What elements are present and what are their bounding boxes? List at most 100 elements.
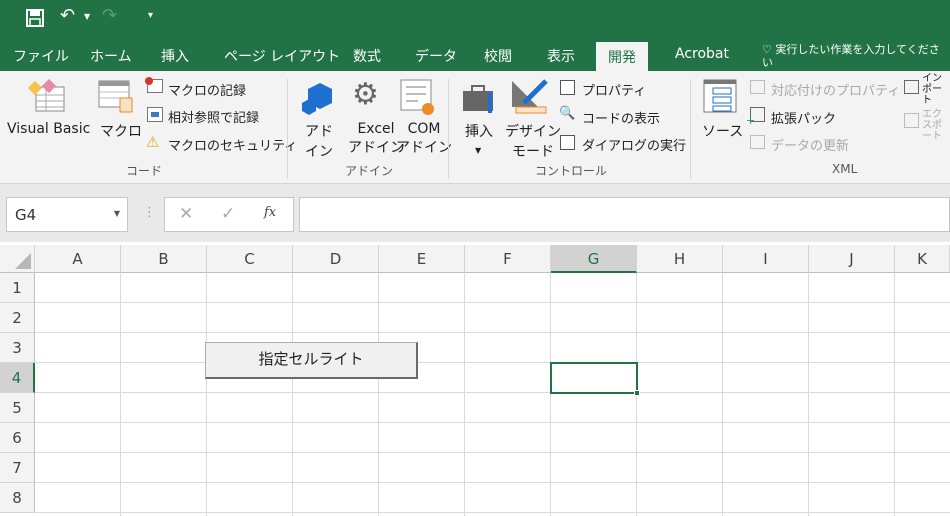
- gridline: [206, 273, 207, 516]
- tab-formulas[interactable]: 数式: [353, 46, 381, 66]
- gridline: [464, 273, 465, 516]
- tell-me-search[interactable]: ♡ 実行したい作業を入力してください: [762, 43, 948, 69]
- use-relative-references-button[interactable]: 相対参照で記録: [168, 107, 259, 126]
- undo-dropdown-icon[interactable]: ▼: [84, 12, 90, 21]
- tab-insert[interactable]: 挿入: [161, 46, 189, 66]
- import-button[interactable]: インポート: [922, 73, 948, 106]
- tab-page-layout[interactable]: ページ レイアウト: [224, 46, 340, 66]
- select-all-button[interactable]: [0, 245, 35, 273]
- tab-home[interactable]: ホーム: [90, 46, 132, 66]
- map-properties-icon: [750, 80, 765, 94]
- column-header-f[interactable]: F: [465, 245, 551, 273]
- group-divider: [690, 79, 691, 179]
- column-header-d[interactable]: D: [293, 245, 379, 273]
- gridline: [35, 332, 950, 333]
- gridline: [550, 273, 551, 516]
- name-box-value: G4: [15, 206, 37, 224]
- redo-icon: ↷: [102, 5, 118, 26]
- group-label-addins: アドイン: [345, 164, 394, 178]
- selected-cell-g4[interactable]: [550, 362, 638, 394]
- column-header-g[interactable]: G: [551, 245, 637, 273]
- column-header-k[interactable]: K: [895, 245, 950, 273]
- row-header-2[interactable]: 2: [0, 303, 35, 333]
- design-mode-label-2: モード: [512, 144, 554, 160]
- customize-qat-icon[interactable]: ▾: [148, 10, 153, 21]
- gears-icon: ⚙: [352, 77, 379, 112]
- com-addins-label-2: アドイン: [396, 140, 452, 156]
- record-macro-button[interactable]: マクロの記録: [168, 80, 246, 99]
- gridline: [292, 273, 293, 516]
- name-box[interactable]: G4 ▼: [6, 197, 128, 232]
- macro-security-button[interactable]: マクロのセキュリティ: [168, 135, 297, 154]
- row-header-6[interactable]: 6: [0, 423, 35, 453]
- row-header-3[interactable]: 3: [0, 333, 35, 363]
- gridline: [35, 392, 950, 393]
- gridline: [35, 422, 950, 423]
- group-label-code: コード: [126, 164, 163, 178]
- insert-function-button[interactable]: fx: [264, 205, 276, 220]
- lightbulb-icon: ♡: [762, 43, 772, 56]
- worksheet-grid[interactable]: ABCDEFGHIJK 12345678: [0, 245, 950, 516]
- gridline: [378, 273, 379, 516]
- tab-acrobat[interactable]: Acrobat: [675, 46, 729, 62]
- formula-bar-grip-icon[interactable]: ⋮: [143, 205, 156, 220]
- tell-me-text: 実行したい作業を入力してください: [762, 43, 940, 69]
- column-header-e[interactable]: E: [379, 245, 465, 273]
- group-divider: [287, 79, 288, 179]
- formula-input[interactable]: [299, 197, 950, 232]
- row-header-1[interactable]: 1: [0, 273, 35, 303]
- warning-icon: ⚠: [146, 133, 160, 151]
- addins-button[interactable]: アド イン: [305, 121, 333, 161]
- tab-view[interactable]: 表示: [547, 46, 575, 66]
- fill-handle[interactable]: [634, 390, 640, 396]
- properties-button[interactable]: プロパティ: [582, 80, 646, 99]
- gridline: [120, 273, 121, 516]
- row-header-5[interactable]: 5: [0, 393, 35, 423]
- column-header-j[interactable]: J: [809, 245, 895, 273]
- run-dialog-button[interactable]: ダイアログの実行: [582, 135, 686, 154]
- expansion-packs-button[interactable]: 拡張パック: [771, 108, 836, 127]
- addins-label-2: イン: [305, 144, 333, 160]
- addins-label-1: アド: [305, 124, 333, 140]
- row-header-7[interactable]: 7: [0, 453, 35, 483]
- ribbon-tabs: ファイル ホーム 挿入 ページ レイアウト 数式 データ 校閲 表示 開発 Ac…: [0, 40, 950, 71]
- undo-icon[interactable]: ↶: [60, 5, 75, 26]
- macros-button[interactable]: マクロ: [100, 121, 142, 141]
- design-mode-button[interactable]: デザイン モード: [505, 121, 561, 161]
- export-icon: [904, 113, 919, 128]
- refresh-data-button: データの更新: [771, 139, 850, 154]
- record-macro-icon: [145, 77, 163, 93]
- gridline: [35, 512, 950, 513]
- design-mode-label-1: デザイン: [505, 124, 561, 140]
- column-header-i[interactable]: I: [723, 245, 809, 273]
- insert-control-button[interactable]: 挿入 ▼: [465, 121, 493, 157]
- com-addins-button[interactable]: COM アドイン: [396, 121, 452, 157]
- group-label-controls: コントロール: [535, 164, 608, 178]
- select-all-triangle-icon: [15, 253, 31, 269]
- gridline: [35, 302, 950, 303]
- visual-basic-button[interactable]: Visual Basic: [7, 121, 90, 137]
- tab-review[interactable]: 校閲: [484, 46, 512, 66]
- gridline: [35, 452, 950, 453]
- save-icon[interactable]: [26, 9, 44, 27]
- row-header-8[interactable]: 8: [0, 483, 35, 513]
- export-button: エクスポート: [922, 109, 942, 142]
- insert-control-label: 挿入: [465, 124, 493, 140]
- toolbox-icon: [463, 85, 493, 113]
- chevron-down-icon: ▼: [475, 146, 482, 155]
- view-code-button[interactable]: コードの表示: [582, 108, 660, 127]
- view-code-icon: 🔍: [559, 106, 576, 121]
- chevron-down-icon[interactable]: ▼: [114, 209, 120, 218]
- gridline: [35, 482, 950, 483]
- column-header-b[interactable]: B: [121, 245, 207, 273]
- row-header-4[interactable]: 4: [0, 363, 35, 393]
- formula-buttons: ✕ ✓ fx: [164, 197, 294, 232]
- tab-developer[interactable]: 開発: [596, 42, 648, 71]
- column-header-h[interactable]: H: [637, 245, 723, 273]
- sheet-macro-button[interactable]: 指定セルライト: [205, 342, 418, 379]
- column-header-a[interactable]: A: [35, 245, 121, 273]
- column-header-c[interactable]: C: [207, 245, 293, 273]
- tab-file[interactable]: ファイル: [13, 46, 69, 66]
- tab-data[interactable]: データ: [415, 46, 457, 66]
- xml-source-button[interactable]: ソース: [702, 121, 743, 141]
